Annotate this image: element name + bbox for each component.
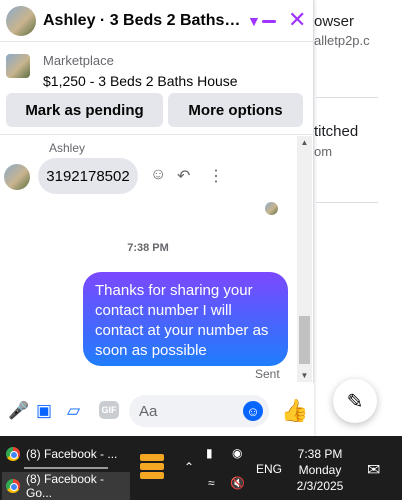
composer: 🎤 ▣ ▱ GIF ☺ 👍 xyxy=(0,383,314,436)
more-icon[interactable]: ⋮ xyxy=(208,166,224,186)
clock-day: Monday xyxy=(298,463,342,477)
taskbar-item[interactable]: (8) Facebook - Go... xyxy=(2,472,130,500)
background-text: owser xyxy=(314,13,355,30)
taskbar-item-label: (8) Facebook - Go... xyxy=(26,472,105,500)
outgoing-message[interactable]: Thanks for sharing your contact number I… xyxy=(83,272,288,366)
avatar[interactable] xyxy=(6,5,36,36)
taskbar-item-label: (8) Facebook - ... xyxy=(26,447,118,461)
clock[interactable]: 7:38 PM Monday 2/3/2025 xyxy=(291,446,349,494)
chat-window: Ashley · 3 Beds 2 Baths House ▼ ✕ Market… xyxy=(0,0,314,436)
close-icon[interactable]: ✕ xyxy=(288,9,306,31)
microphone-icon[interactable]: 🎤 xyxy=(8,401,29,421)
taskbar-item[interactable]: (8) Facebook - ... xyxy=(2,440,130,468)
sender-avatar[interactable] xyxy=(4,164,30,190)
language-indicator[interactable]: ENG xyxy=(256,462,282,476)
speaker-muted-icon[interactable]: 🔇 xyxy=(230,476,245,490)
notification-icon[interactable]: ✉ xyxy=(367,460,380,480)
incoming-message[interactable]: 3192178502 xyxy=(38,158,138,194)
listing-thumbnail[interactable] xyxy=(6,54,30,78)
chrome-icon xyxy=(6,479,20,493)
gif-icon[interactable]: GIF xyxy=(99,401,119,419)
seen-avatar xyxy=(265,202,278,215)
divider xyxy=(316,202,378,203)
background-subtext: alletp2p.c xyxy=(314,33,370,48)
divider xyxy=(316,97,378,98)
chat-header[interactable]: Ashley · 3 Beds 2 Baths House ▼ ✕ xyxy=(0,0,314,42)
chevron-down-icon[interactable]: ▼ xyxy=(247,13,261,29)
background-subtext: om xyxy=(314,144,333,159)
wifi-icon[interactable]: ≈ xyxy=(208,476,215,490)
scroll-thumb[interactable] xyxy=(299,316,310,364)
clock-date: 2/3/2025 xyxy=(296,479,344,493)
sent-status: Sent xyxy=(255,367,280,381)
react-icon[interactable]: ☺ xyxy=(150,166,166,184)
new-message-button[interactable]: ✎ xyxy=(333,379,377,423)
marketplace-panel: Marketplace $1,250 - 3 Beds 2 Baths Hous… xyxy=(0,43,314,135)
sender-name: Ashley xyxy=(49,141,86,155)
minimize-icon[interactable] xyxy=(262,20,276,23)
mark-as-pending-button[interactable]: Mark as pending xyxy=(6,93,163,127)
chat-title[interactable]: Ashley · 3 Beds 2 Baths House xyxy=(43,12,241,30)
scroll-down-icon[interactable]: ▼ xyxy=(297,371,312,380)
more-options-button[interactable]: More options xyxy=(168,93,303,127)
reply-icon[interactable]: ↶ xyxy=(177,166,190,186)
listing-title[interactable]: $1,250 - 3 Beds 2 Baths House xyxy=(43,73,238,89)
app-stack-icon[interactable] xyxy=(140,454,164,480)
camera-icon[interactable]: ◉ xyxy=(232,446,242,460)
photo-icon[interactable]: ▣ xyxy=(36,401,52,421)
like-icon[interactable]: 👍 xyxy=(281,398,308,424)
scroll-up-icon[interactable]: ▲ xyxy=(297,138,312,147)
scrollbar[interactable]: ▲ ▼ xyxy=(297,136,312,382)
clock-time: 7:38 PM xyxy=(297,447,343,461)
chrome-icon xyxy=(6,447,20,461)
taskbar: (8) Facebook - ... (8) Facebook - Go... … xyxy=(0,436,402,500)
message-timestamp: 7:38 PM xyxy=(127,242,169,254)
background-text: titched xyxy=(314,123,359,140)
compose-icon: ✎ xyxy=(346,390,364,413)
battery-icon[interactable]: ▮ xyxy=(206,446,213,460)
sticker-icon[interactable]: ▱ xyxy=(67,401,80,421)
marketplace-label: Marketplace xyxy=(43,53,114,68)
taskbar-indicator xyxy=(24,467,108,469)
emoji-icon[interactable]: ☺ xyxy=(243,401,263,421)
chevron-up-icon[interactable]: ⌃ xyxy=(184,460,194,474)
